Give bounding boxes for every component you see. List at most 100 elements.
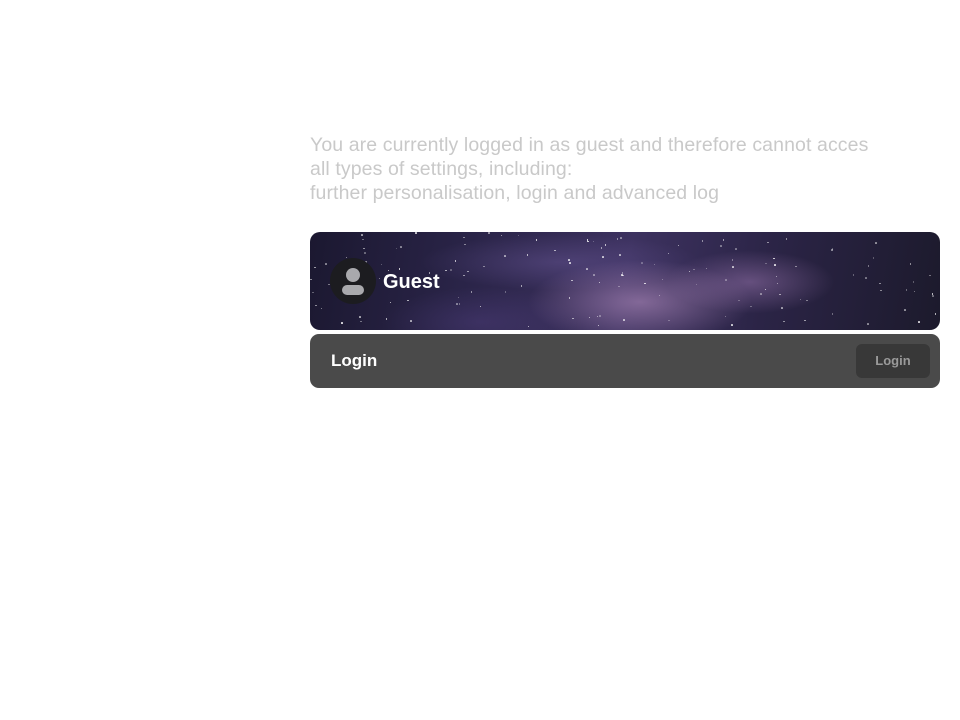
star-dot xyxy=(731,259,734,261)
star-dot xyxy=(905,289,908,291)
star-dot xyxy=(785,238,787,240)
star-dot xyxy=(774,264,776,266)
star-dot xyxy=(661,278,664,281)
star-dot xyxy=(479,305,482,308)
star-dot xyxy=(407,299,409,302)
star-dot xyxy=(554,249,556,252)
login-row-label: Login xyxy=(331,351,378,370)
star-dot xyxy=(724,315,727,317)
star-dot xyxy=(875,242,877,244)
star-dot xyxy=(806,299,808,302)
star-dot xyxy=(526,254,529,256)
star-dot xyxy=(767,241,769,244)
star-dot xyxy=(596,315,598,318)
star-dot xyxy=(912,281,915,283)
star-dot xyxy=(415,232,417,234)
star-dot xyxy=(781,307,783,309)
star-dot xyxy=(310,278,312,281)
star-dot xyxy=(667,252,670,255)
star-dot xyxy=(463,274,465,276)
star-dot xyxy=(389,301,392,304)
star-dot xyxy=(454,260,457,262)
star-dot xyxy=(641,262,643,264)
star-dot xyxy=(520,285,523,287)
star-dot xyxy=(364,252,366,254)
star-dot xyxy=(504,255,506,257)
guest-notice-line-1: You are currently logged in as guest and… xyxy=(310,134,869,156)
star-dot xyxy=(880,289,882,291)
star-dot xyxy=(695,283,698,286)
star-dot xyxy=(602,256,604,258)
star-dot xyxy=(568,297,571,299)
star-dot xyxy=(464,243,466,246)
star-dot xyxy=(314,266,316,268)
star-dot xyxy=(658,294,660,297)
star-dot xyxy=(597,324,600,327)
star-dot xyxy=(483,265,485,268)
star-dot xyxy=(312,291,314,293)
star-dot xyxy=(598,281,601,284)
profile-name: Guest xyxy=(383,271,440,293)
star-dot xyxy=(773,257,775,260)
star-dot xyxy=(750,305,752,307)
star-dot xyxy=(731,324,733,326)
star-dot xyxy=(722,239,725,241)
star-dot xyxy=(470,291,472,293)
star-dot xyxy=(776,282,779,285)
star-dot xyxy=(341,322,343,324)
star-dot xyxy=(872,257,875,259)
star-dot xyxy=(467,270,469,273)
profile-card: Guest xyxy=(310,232,940,330)
star-dot xyxy=(932,295,934,297)
star-dot xyxy=(599,315,601,317)
star-dot xyxy=(410,320,412,322)
star-dot xyxy=(909,263,912,265)
star-dot xyxy=(571,279,573,282)
star-dot xyxy=(929,274,931,277)
star-dot xyxy=(359,316,361,318)
star-dot xyxy=(732,266,734,268)
star-dot xyxy=(918,321,920,323)
user-icon xyxy=(330,258,376,304)
star-dot xyxy=(385,318,387,320)
star-dot xyxy=(569,262,571,264)
star-dot xyxy=(504,291,507,293)
star-dot xyxy=(572,317,574,320)
star-dot xyxy=(693,268,695,271)
star-dot xyxy=(400,246,402,248)
star-dot xyxy=(463,236,465,239)
star-dot xyxy=(604,244,607,246)
guest-notice: You are currently logged in as guest and… xyxy=(310,133,940,205)
star-dot xyxy=(380,263,383,265)
star-dot xyxy=(764,288,767,290)
star-dot xyxy=(879,282,881,285)
star-dot xyxy=(362,238,364,241)
star-dot xyxy=(799,298,802,300)
star-dot xyxy=(775,275,778,278)
star-dot xyxy=(622,274,624,276)
star-dot xyxy=(644,282,646,285)
star-dot xyxy=(913,290,916,292)
star-dot xyxy=(320,307,322,309)
star-dot xyxy=(618,285,620,288)
star-dot xyxy=(688,270,691,273)
star-dot xyxy=(517,234,520,237)
star-dot xyxy=(592,240,595,243)
settings-page: You are currently logged in as guest and… xyxy=(0,0,960,720)
star-dot xyxy=(831,249,833,251)
star-dot xyxy=(600,247,603,249)
star-dot xyxy=(653,263,655,266)
login-button[interactable]: Login xyxy=(856,344,930,378)
star-dot xyxy=(677,244,680,247)
star-dot xyxy=(568,259,570,261)
star-dot xyxy=(458,303,461,305)
star-dot xyxy=(720,245,722,247)
star-dot xyxy=(456,303,458,305)
star-dot xyxy=(587,240,589,243)
star-dot xyxy=(378,277,380,280)
login-row: Login Login xyxy=(310,334,940,388)
star-dot xyxy=(363,247,365,250)
star-dot xyxy=(619,254,621,256)
star-dot xyxy=(621,272,624,274)
star-dot xyxy=(620,237,622,239)
